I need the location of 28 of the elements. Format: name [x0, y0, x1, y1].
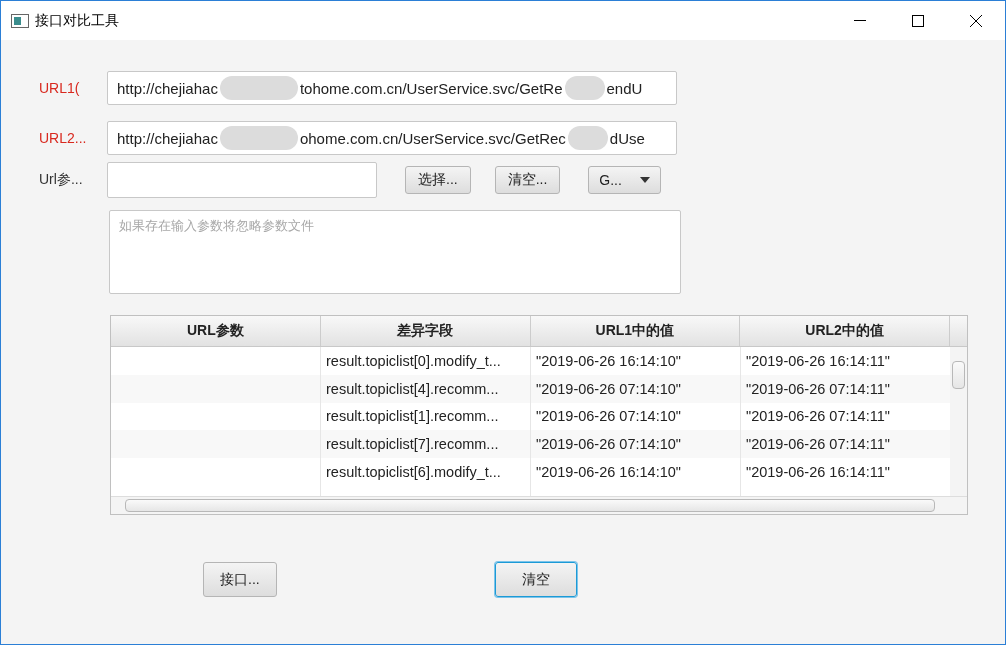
close-icon[interactable] [970, 14, 982, 27]
horizontal-scrollbar[interactable] [111, 496, 967, 514]
table-cell: "2019-06-26 07:14:10" [531, 374, 741, 403]
url-label: URL2... [39, 130, 88, 146]
maximize-icon[interactable] [912, 14, 924, 27]
param-field[interactable] [107, 162, 377, 198]
table-cell: result.topiclist[4].recomm... [321, 374, 531, 403]
action-button[interactable]: 接口... [203, 562, 277, 597]
url-field[interactable]: http://chejiahac tohome.com.cn/UserService.svc/GetRe endU [107, 71, 677, 105]
method-dropdown[interactable]: G... [588, 166, 661, 194]
params-textarea[interactable]: 如果存在输入参数将忽略参数文件 [109, 210, 681, 294]
url-label: URL1( [39, 80, 81, 96]
table-cell: "2019-06-26 16:14:10" [531, 346, 741, 375]
column-header[interactable]: URL参数 [111, 316, 321, 346]
table-cell: result.topiclist[0].modify_t... [321, 346, 531, 375]
caret-icon [639, 177, 650, 183]
param-label: Url参... [39, 171, 84, 189]
param-button[interactable]: 选择... [405, 166, 471, 194]
vertical-scrollbar[interactable] [950, 347, 967, 497]
window-title: 接口对比工具 [35, 11, 120, 30]
column-header[interactable]: URL2中的值 [740, 316, 950, 346]
minimize-icon[interactable] [854, 19, 866, 22]
app-icon [11, 13, 29, 28]
url-field[interactable]: http://chejiahac ohome.com.cn/UserService.svc/GetRec dUse [107, 121, 677, 155]
action-button[interactable]: 清空 [494, 562, 577, 597]
column-header[interactable]: URL1中的值 [530, 316, 741, 346]
param-button[interactable]: 清空... [494, 166, 561, 194]
column-header[interactable]: 差异字段 [320, 316, 531, 346]
